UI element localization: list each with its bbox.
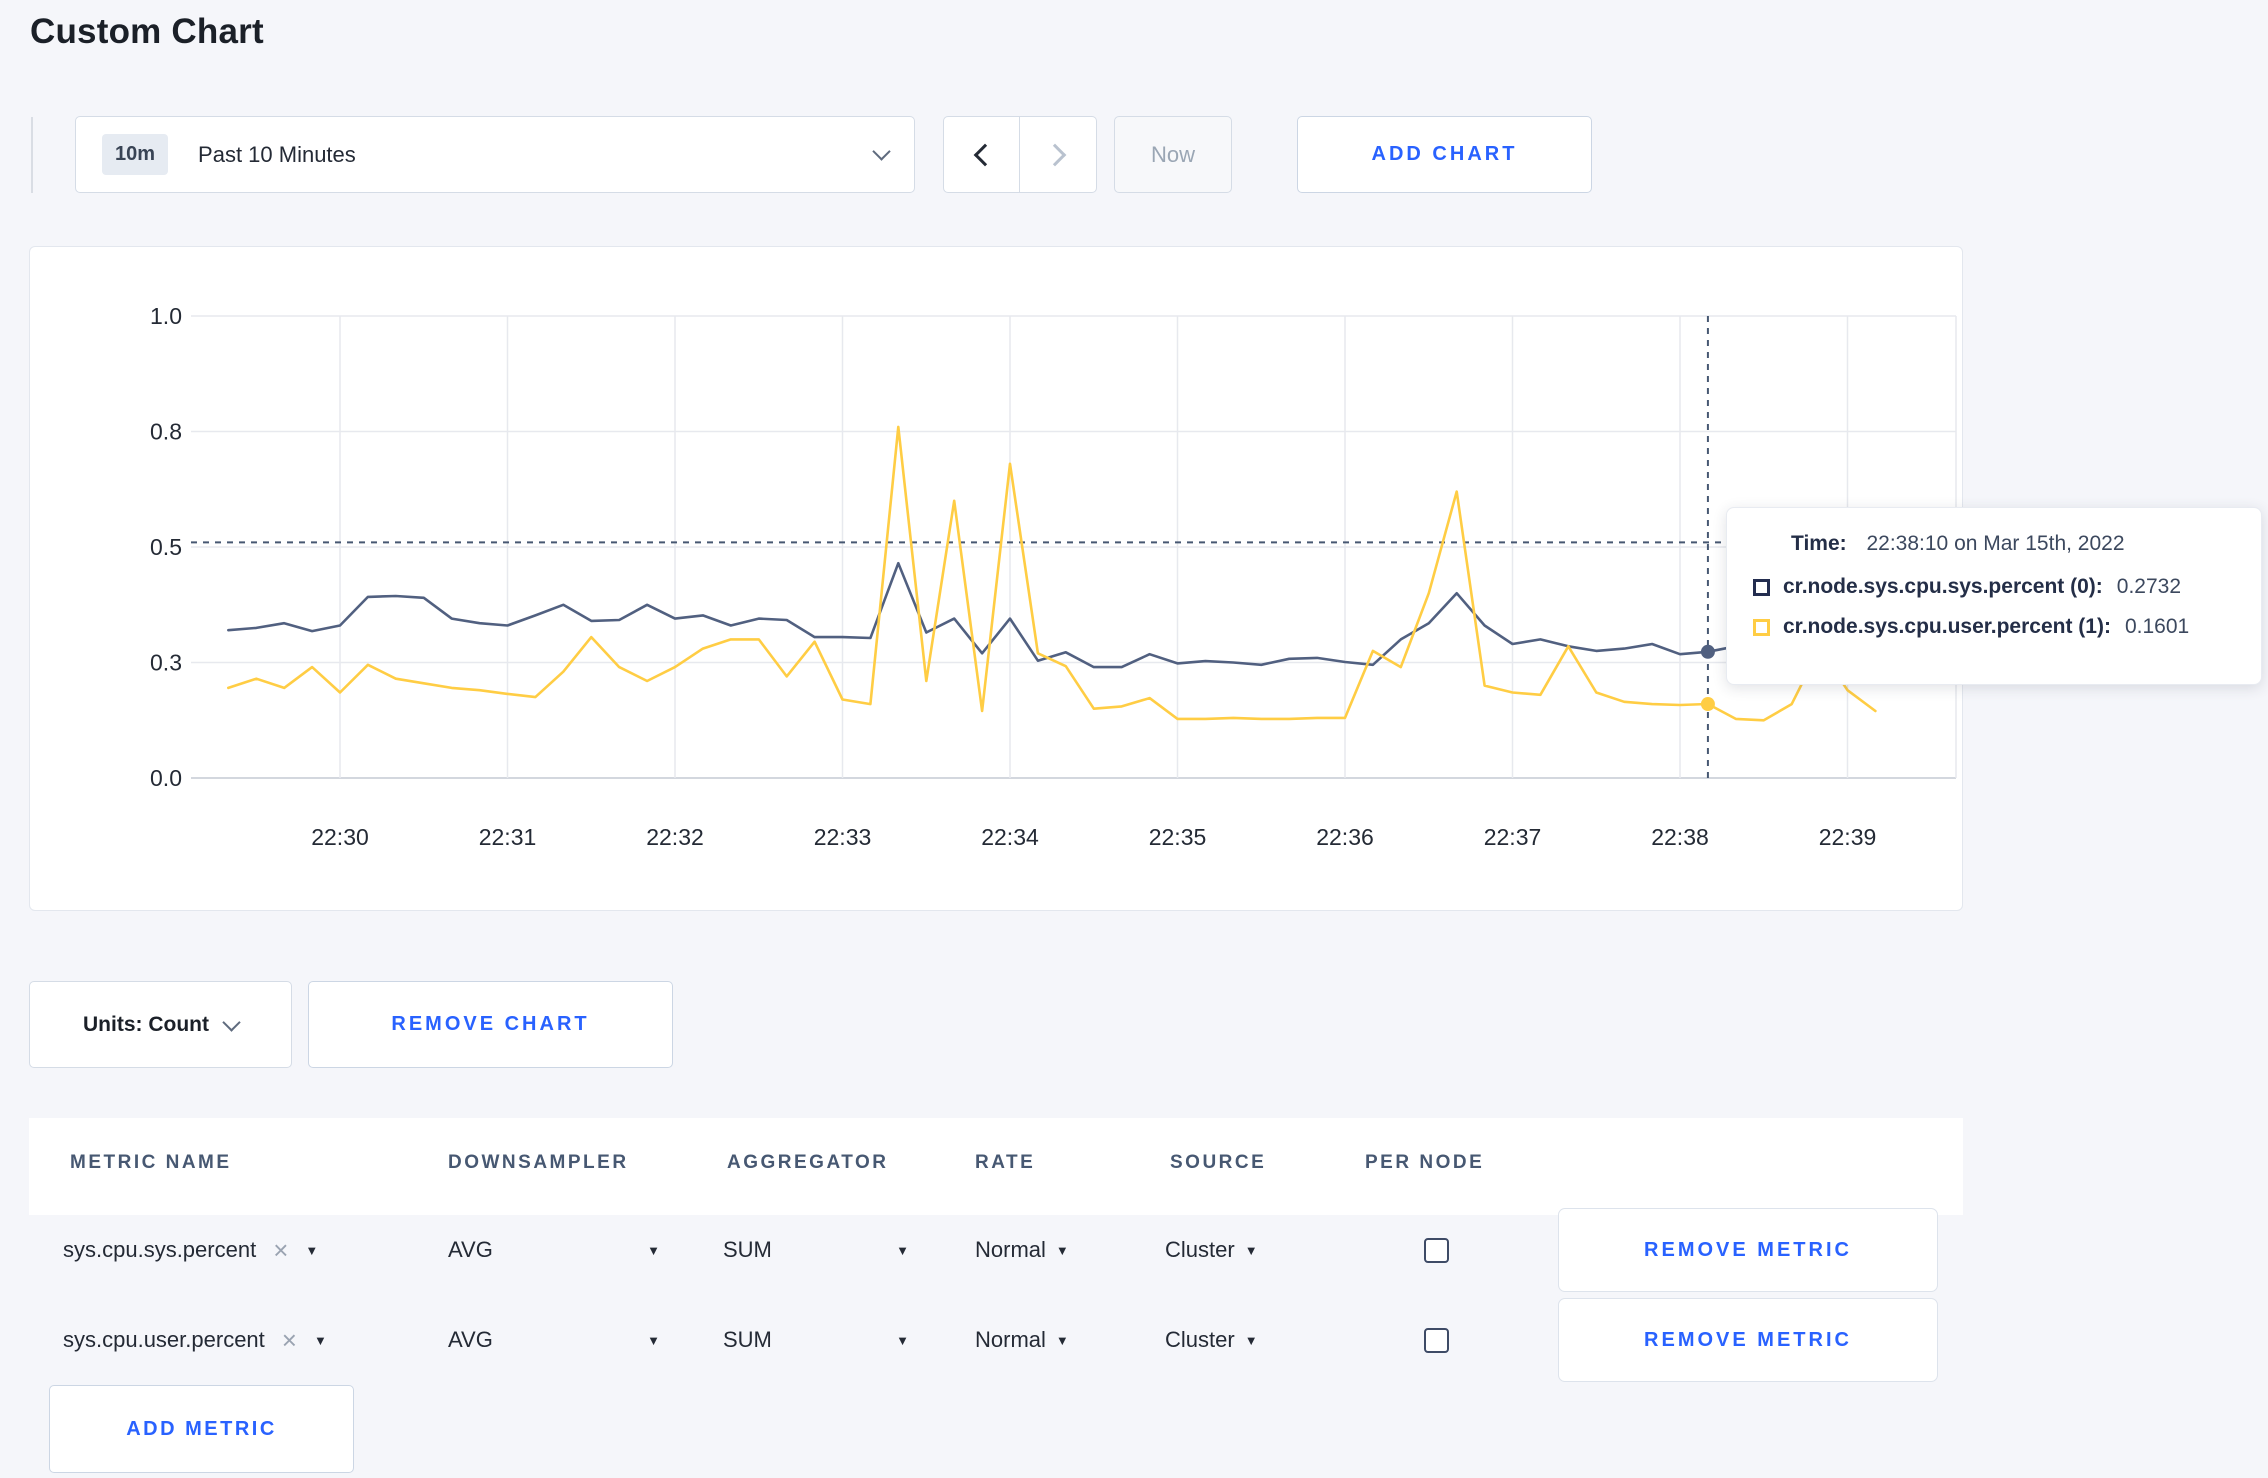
page-title: Custom Chart xyxy=(30,12,264,51)
per-node-checkbox[interactable] xyxy=(1424,1327,1449,1353)
chart-card: 0.0 0.3 0.5 0.8 1.0 22:30 22:31 22:32 22:33 22:34… xyxy=(29,246,2262,912)
tooltip-time-value: 22:38:10 on Mar 15th, 2022 xyxy=(1866,532,2125,555)
downsampler-dropdown[interactable]: AVG ▼ xyxy=(448,1204,660,1296)
x-tick-label: 22:34 xyxy=(981,824,1039,850)
x-tick-label: 22:35 xyxy=(1149,824,1207,850)
caret-down-icon: ▼ xyxy=(1244,1242,1258,1258)
remove-metric-button[interactable]: REMOVE METRIC xyxy=(1558,1208,1938,1292)
metrics-table-header: METRIC NAME DOWNSAMPLER AGGREGATOR RATE … xyxy=(29,1118,1963,1215)
column-header-downsampler: DOWNSAMPLER xyxy=(448,1152,629,1173)
caret-down-icon[interactable]: ▼ xyxy=(314,1333,327,1348)
caret-down-icon: ▼ xyxy=(1055,1242,1069,1258)
add-chart-button[interactable]: ADD CHART xyxy=(1297,116,1592,193)
time-prev-button[interactable] xyxy=(943,116,1020,193)
remove-metric-button[interactable]: REMOVE METRIC xyxy=(1558,1298,1938,1382)
aggregator-value: SUM xyxy=(723,1237,772,1262)
caret-down-icon: ▼ xyxy=(896,1242,909,1258)
add-metric-button[interactable]: ADD METRIC xyxy=(49,1385,354,1473)
y-tick-label: 0.0 xyxy=(150,765,182,791)
timeseries-chart[interactable]: 0.0 0.3 0.5 0.8 1.0 22:30 22:31 22:32 22:33 22:34… xyxy=(30,247,1964,912)
downsampler-value: AVG xyxy=(448,1327,493,1352)
legend-swatch-user-icon xyxy=(1753,618,1770,636)
aggregator-value: SUM xyxy=(723,1327,772,1352)
tooltip-series-name: cr.node.sys.cpu.user.percent (1): xyxy=(1783,615,2111,638)
metric-name-dropdown[interactable]: sys.cpu.user.percent × ▼ xyxy=(63,1294,327,1386)
x-tick-label: 22:38 xyxy=(1651,824,1709,850)
caret-down-icon: ▼ xyxy=(647,1332,660,1348)
clear-metric-icon[interactable]: × xyxy=(273,1237,288,1263)
rate-dropdown[interactable]: Normal ▼ xyxy=(975,1294,1069,1386)
column-header-aggregator: AGGREGATOR xyxy=(727,1152,889,1173)
caret-down-icon: ▼ xyxy=(647,1242,660,1258)
column-header-rate: RATE xyxy=(975,1152,1036,1173)
x-tick-label: 22:36 xyxy=(1316,824,1374,850)
x-tick-label: 22:37 xyxy=(1484,824,1542,850)
chevron-down-icon xyxy=(872,142,891,161)
y-tick-label: 0.8 xyxy=(150,419,182,445)
rate-dropdown[interactable]: Normal ▼ xyxy=(975,1204,1069,1296)
caret-down-icon: ▼ xyxy=(1055,1332,1069,1348)
remove-chart-button[interactable]: REMOVE CHART xyxy=(308,981,673,1068)
column-header-metric-name: METRIC NAME xyxy=(70,1152,232,1173)
tooltip-time-row: Time: 22:38:10 on Mar 15th, 2022 xyxy=(1791,532,2235,556)
tooltip-series-value: 0.1601 xyxy=(2124,615,2190,638)
chevron-left-icon xyxy=(973,143,996,166)
tooltip-time-label: Time: xyxy=(1791,532,1847,555)
caret-down-icon: ▼ xyxy=(896,1332,909,1348)
tooltip-series-value: 0.2732 xyxy=(2116,575,2182,598)
aggregator-dropdown[interactable]: SUM ▼ xyxy=(723,1294,909,1386)
table-row: sys.cpu.sys.percent × ▼ AVG ▼ SUM ▼ Norm… xyxy=(29,1204,1963,1296)
chevron-down-icon xyxy=(222,1013,241,1032)
time-window-select[interactable]: 10m Past 10 Minutes xyxy=(75,116,915,193)
downsampler-value: AVG xyxy=(448,1237,493,1262)
clear-metric-icon[interactable]: × xyxy=(282,1327,297,1353)
x-tick-label: 22:33 xyxy=(814,824,872,850)
y-tick-label: 1.0 xyxy=(150,303,182,329)
units-select[interactable]: Units: Count xyxy=(29,981,292,1068)
x-tick-label: 22:30 xyxy=(311,824,369,850)
tooltip-series-name: cr.node.sys.cpu.sys.percent (0): xyxy=(1783,575,2103,598)
tooltip-series-row: cr.node.sys.cpu.user.percent (1): 0.1601 xyxy=(1753,615,2235,639)
aggregator-dropdown[interactable]: SUM ▼ xyxy=(723,1204,909,1296)
x-tick-label: 22:31 xyxy=(479,824,537,850)
x-tick-label: 22:32 xyxy=(646,824,704,850)
table-row: sys.cpu.user.percent × ▼ AVG ▼ SUM ▼ Nor… xyxy=(29,1294,1963,1386)
x-tick-label: 22:39 xyxy=(1819,824,1877,850)
time-window-badge: 10m xyxy=(102,134,169,175)
column-header-source: SOURCE xyxy=(1170,1152,1267,1173)
toolbar-left-divider xyxy=(31,117,33,193)
time-next-button[interactable] xyxy=(1020,116,1097,193)
metric-name-value: sys.cpu.sys.percent xyxy=(63,1237,257,1262)
time-window-label: Past 10 Minutes xyxy=(198,141,356,167)
time-nav-group xyxy=(943,116,1097,193)
legend-swatch-sys-icon xyxy=(1753,578,1770,596)
source-value: Cluster xyxy=(1165,1327,1235,1352)
now-button[interactable]: Now xyxy=(1114,116,1232,193)
chevron-right-icon xyxy=(1043,143,1067,166)
chart-tooltip: Time: 22:38:10 on Mar 15th, 2022 cr.node… xyxy=(1726,507,2262,685)
units-label: Units: Count xyxy=(83,1012,209,1036)
caret-down-icon[interactable]: ▼ xyxy=(305,1243,318,1258)
tooltip-series-row: cr.node.sys.cpu.sys.percent (0): 0.2732 xyxy=(1753,575,2235,599)
rate-value: Normal xyxy=(975,1327,1046,1352)
source-value: Cluster xyxy=(1165,1237,1235,1262)
source-dropdown[interactable]: Cluster ▼ xyxy=(1165,1204,1258,1296)
downsampler-dropdown[interactable]: AVG ▼ xyxy=(448,1294,660,1386)
caret-down-icon: ▼ xyxy=(1244,1332,1258,1348)
source-dropdown[interactable]: Cluster ▼ xyxy=(1165,1294,1258,1386)
y-tick-label: 0.3 xyxy=(150,650,182,676)
y-tick-label: 0.5 xyxy=(150,534,182,560)
metric-name-dropdown[interactable]: sys.cpu.sys.percent × ▼ xyxy=(63,1204,318,1296)
column-header-per-node: PER NODE xyxy=(1365,1152,1485,1173)
per-node-checkbox[interactable] xyxy=(1424,1237,1449,1263)
rate-value: Normal xyxy=(975,1237,1046,1262)
metric-name-value: sys.cpu.user.percent xyxy=(63,1327,265,1352)
